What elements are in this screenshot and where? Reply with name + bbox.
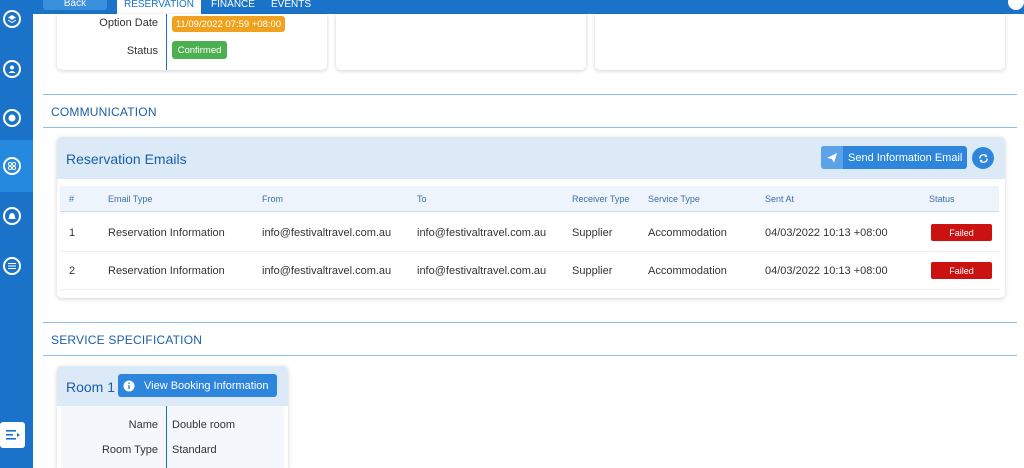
- cell-receiver-type: Supplier: [572, 265, 613, 277]
- option-date-badge: 11/09/2022 07:59 +08:00: [172, 16, 285, 32]
- sidebar: [0, 0, 33, 468]
- card-header: Reservation Emails Send Information Emai…: [57, 137, 1005, 179]
- section-divider: [43, 355, 1017, 356]
- status-badge-failed: Failed: [931, 224, 992, 241]
- cell-service-type: Accommodation: [648, 265, 727, 277]
- grid-icon[interactable]: [3, 157, 21, 175]
- send-icon: [821, 146, 843, 169]
- column-header-status: Status: [929, 194, 955, 204]
- summary-card: Option Date 11/09/2022 07:59 +08:00 Stat…: [57, 14, 327, 70]
- section-divider: [43, 127, 1017, 128]
- tab-finance[interactable]: FINANCE: [206, 0, 260, 14]
- cell-email-type: Reservation Information: [108, 227, 225, 239]
- cell-to: info@festivaltravel.com.au: [417, 227, 547, 239]
- column-header-service-type: Service Type: [648, 194, 700, 204]
- cell-sent-at: 04/03/2022 10:13 +08:00: [765, 227, 888, 239]
- cell-email-type: Reservation Information: [108, 265, 225, 277]
- back-button[interactable]: Back: [43, 0, 107, 10]
- column-header-from: From: [262, 194, 283, 204]
- section-title-service-specification: SERVICE SPECIFICATION: [51, 333, 203, 347]
- menu-toggle-icon[interactable]: [0, 422, 25, 448]
- summary-card-empty: [336, 14, 586, 70]
- divider: [166, 406, 167, 468]
- column-header-sent-at: Sent At: [765, 194, 795, 204]
- column-header-receiver-type: Receiver Type: [572, 194, 630, 204]
- view-booking-information-button[interactable]: View Booking Information: [118, 374, 277, 397]
- card-title: Reservation Emails: [66, 151, 187, 167]
- room-type-label: Room Type: [101, 444, 158, 456]
- status-badge-failed: Failed: [931, 262, 992, 279]
- circle-icon[interactable]: [3, 109, 21, 127]
- cell-to: info@festivaltravel.com.au: [417, 265, 547, 277]
- send-button-label: Send Information Email: [848, 151, 963, 164]
- table-header-row: # Email Type From To Receiver Type Servi…: [60, 186, 999, 212]
- table-row[interactable]: 2 Reservation Information info@festivalt…: [60, 252, 999, 290]
- table-row[interactable]: 1 Reservation Information info@festivalt…: [60, 214, 999, 252]
- section-divider: [43, 322, 1017, 323]
- divider: [166, 14, 167, 70]
- summary-card-empty: [595, 14, 1005, 70]
- cell-from: info@festivaltravel.com.au: [262, 265, 392, 277]
- column-header-number: #: [69, 194, 75, 204]
- cell-from: info@festivaltravel.com.au: [262, 227, 392, 239]
- option-date-label: Option Date: [99, 17, 158, 29]
- cell-sent-at: 04/03/2022 10:13 +08:00: [765, 265, 888, 277]
- info-circle-icon: [118, 374, 140, 397]
- bell-icon[interactable]: [3, 207, 21, 225]
- refresh-icon[interactable]: [972, 147, 994, 169]
- room-title: Room 1: [66, 379, 116, 395]
- reservation-emails-card: Reservation Emails Send Information Emai…: [57, 137, 1005, 298]
- cell-number: 2: [69, 265, 76, 277]
- name-value: Double room: [172, 419, 235, 431]
- settings-sliders-icon[interactable]: [3, 257, 21, 275]
- status-badge: Confirmed: [172, 41, 227, 59]
- room-card: Room 1 View Booking Information Name Dou…: [57, 366, 288, 468]
- section-divider: [43, 94, 1017, 95]
- name-label: Name: [128, 419, 158, 431]
- section-title-communication: COMMUNICATION: [51, 105, 157, 119]
- status-label: Status: [126, 45, 158, 57]
- column-header-email-type: Email Type: [108, 194, 153, 204]
- layers-icon[interactable]: [3, 10, 21, 28]
- view-button-label: View Booking Information: [144, 379, 269, 392]
- tab-events[interactable]: EVENTS: [268, 0, 314, 14]
- tab-reservation[interactable]: RESERVATION: [117, 0, 201, 14]
- room-type-value: Standard: [172, 444, 217, 456]
- send-information-email-button[interactable]: Send Information Email: [821, 146, 967, 169]
- cell-receiver-type: Supplier: [572, 227, 613, 239]
- room-card-header: Room 1 View Booking Information: [57, 366, 288, 406]
- user-icon[interactable]: [3, 60, 21, 78]
- cell-service-type: Accommodation: [648, 227, 727, 239]
- room-details: Name Double room Room Type Standard: [61, 406, 284, 468]
- column-header-to: To: [417, 194, 427, 204]
- cell-number: 1: [69, 227, 76, 239]
